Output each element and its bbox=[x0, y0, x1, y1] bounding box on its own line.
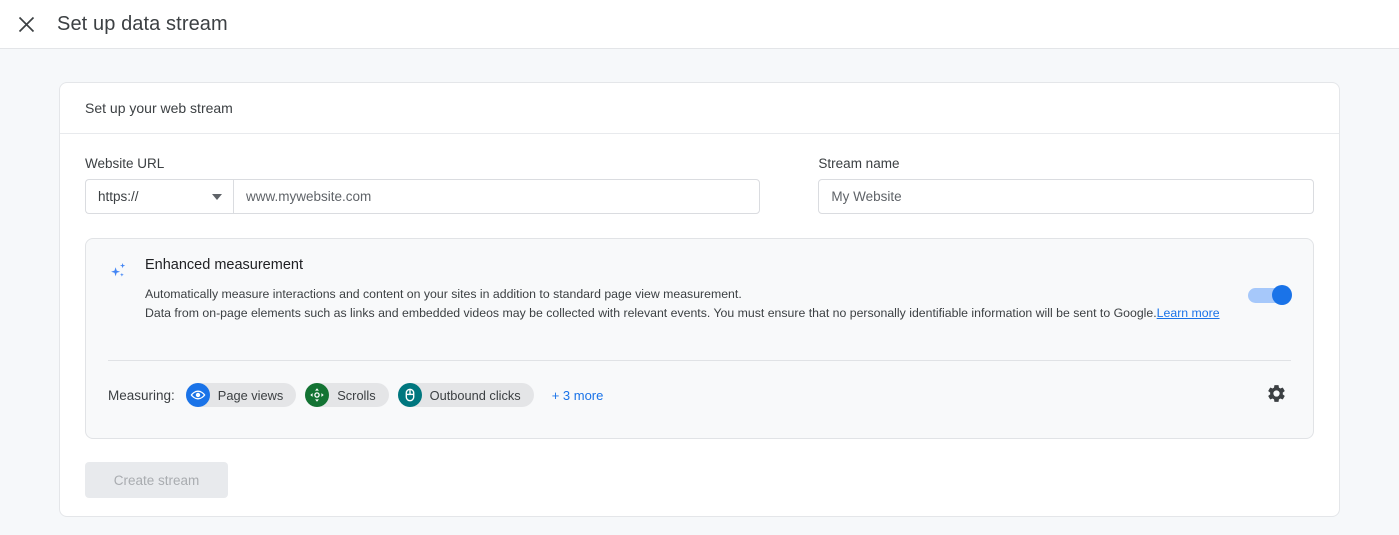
enhanced-measurement-description: Automatically measure interactions and c… bbox=[145, 285, 1233, 322]
sparkle-icon-wrap bbox=[108, 255, 138, 288]
chip-label: Scrolls bbox=[337, 388, 375, 403]
gear-icon bbox=[1266, 383, 1287, 404]
enhanced-measurement-panel: Enhanced measurement Automatically measu… bbox=[85, 238, 1314, 439]
website-url-field: Website URL https:// bbox=[85, 156, 760, 214]
fields-row: Website URL https:// Stream name bbox=[85, 156, 1314, 214]
toggle-knob bbox=[1272, 285, 1292, 305]
more-chips-link[interactable]: + 3 more bbox=[552, 388, 604, 403]
enhanced-measurement-title: Enhanced measurement bbox=[145, 257, 1233, 273]
stream-name-input[interactable] bbox=[818, 179, 1314, 214]
enhanced-measurement-toggle[interactable] bbox=[1248, 285, 1292, 305]
learn-more-link[interactable]: Learn more bbox=[1157, 306, 1220, 320]
chip-page-views[interactable]: Page views bbox=[186, 383, 296, 407]
page-title: Set up data stream bbox=[57, 13, 228, 36]
scroll-move-icon bbox=[305, 383, 329, 407]
stream-name-label: Stream name bbox=[818, 156, 1314, 171]
panel-divider bbox=[108, 360, 1291, 361]
enhanced-measurement-settings-button[interactable] bbox=[1261, 378, 1291, 408]
close-icon bbox=[18, 16, 35, 33]
enhanced-measurement-content: Enhanced measurement Automatically measu… bbox=[138, 255, 1291, 322]
stream-name-field: Stream name bbox=[818, 156, 1314, 214]
card-body: Website URL https:// Stream name bbox=[60, 134, 1339, 516]
chip-scrolls[interactable]: Scrolls bbox=[305, 383, 388, 407]
create-stream-button[interactable]: Create stream bbox=[85, 462, 228, 498]
chevron-down-icon bbox=[212, 194, 222, 200]
chip-outbound-clicks[interactable]: Outbound clicks bbox=[398, 383, 534, 407]
description-line-1: Automatically measure interactions and c… bbox=[145, 285, 1233, 304]
sparkle-icon bbox=[108, 259, 132, 283]
card-section-title: Set up your web stream bbox=[60, 83, 1339, 134]
dialog-header: Set up data stream bbox=[0, 0, 1399, 49]
description-line-2: Data from on-page elements such as links… bbox=[145, 306, 1157, 320]
website-url-input[interactable] bbox=[233, 179, 760, 214]
chip-label: Outbound clicks bbox=[430, 388, 521, 403]
website-url-label: Website URL bbox=[85, 156, 760, 171]
enhanced-measurement-header: Enhanced measurement Automatically measu… bbox=[108, 255, 1291, 322]
scheme-select-value: https:// bbox=[98, 189, 139, 204]
measuring-row: Measuring: Page views bbox=[108, 383, 603, 407]
measuring-label: Measuring: bbox=[108, 388, 175, 403]
website-url-input-group: https:// bbox=[85, 179, 760, 214]
setup-card: Set up your web stream Website URL https… bbox=[59, 82, 1340, 517]
scheme-select[interactable]: https:// bbox=[85, 179, 233, 214]
page-body: Set up your web stream Website URL https… bbox=[0, 49, 1399, 535]
chip-label: Page views bbox=[218, 388, 283, 403]
close-button[interactable] bbox=[12, 10, 40, 38]
eye-icon bbox=[186, 383, 210, 407]
mouse-icon bbox=[398, 383, 422, 407]
